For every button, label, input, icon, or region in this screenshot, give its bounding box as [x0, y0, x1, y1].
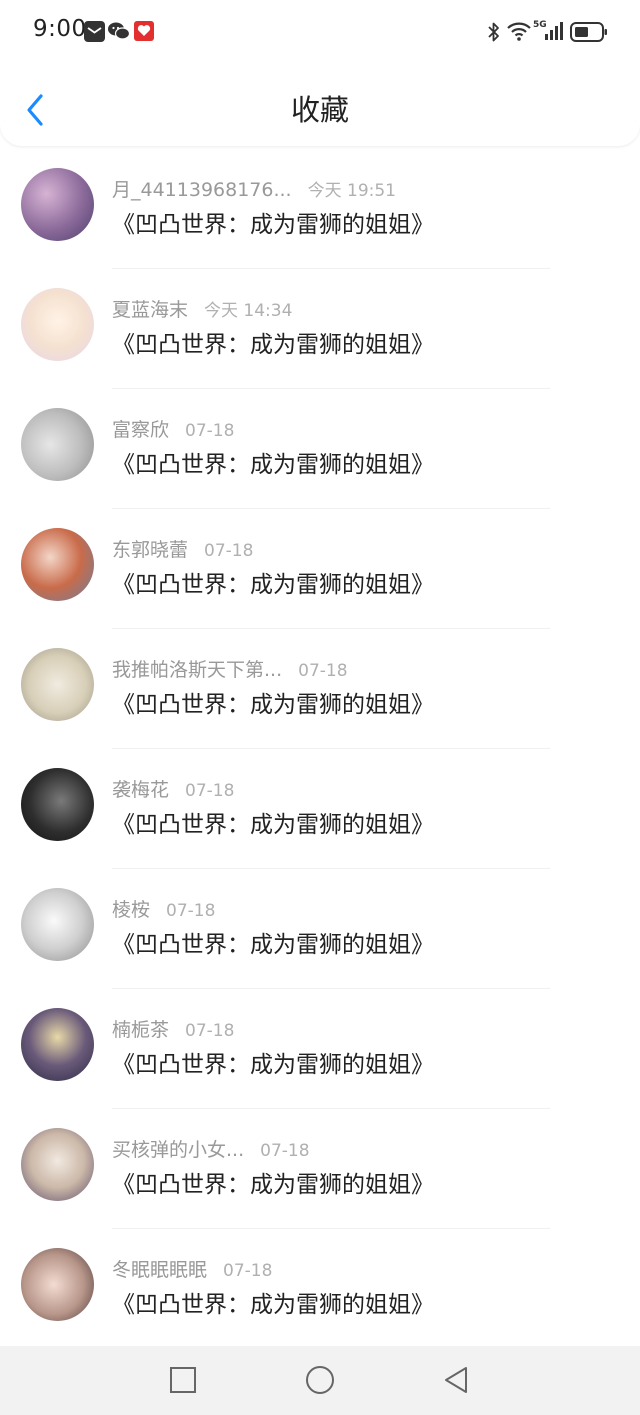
username[interactable]: 东郭晓蕾: [112, 539, 188, 561]
work-title[interactable]: 《凹凸世界：成为雷狮的姐姐》: [112, 325, 434, 359]
favorite-row[interactable]: 夏蓝海末 今天 14:34 《凹凸世界：成为雷狮的姐姐》: [0, 269, 640, 389]
favorites-list: 月_44113968176... 今天 19:51 《凹凸世界：成为雷狮的姐姐》 …: [0, 149, 640, 1349]
avatar[interactable]: [21, 288, 94, 361]
avatar[interactable]: [21, 648, 94, 721]
favorite-row[interactable]: 楠栀茶 07-18 《凹凸世界：成为雷狮的姐姐》: [0, 989, 640, 1109]
timestamp: 07-18: [260, 1141, 310, 1161]
favorite-row[interactable]: 冬眠眠眠眠 07-18 《凹凸世界：成为雷狮的姐姐》: [0, 1229, 640, 1349]
timestamp: 07-18: [185, 781, 235, 801]
work-title[interactable]: 《凹凸世界：成为雷狮的姐姐》: [112, 1045, 434, 1079]
timestamp: 07-18: [166, 901, 216, 921]
favorite-row[interactable]: 我推帕洛斯天下第... 07-18 《凹凸世界：成为雷狮的姐姐》: [0, 629, 640, 749]
status-bar: 9:00 5G: [0, 0, 640, 64]
work-title[interactable]: 《凹凸世界：成为雷狮的姐姐》: [112, 685, 434, 719]
username[interactable]: 月_44113968176...: [112, 179, 292, 201]
work-title[interactable]: 《凹凸世界：成为雷狮的姐姐》: [112, 205, 434, 239]
work-title[interactable]: 《凹凸世界：成为雷狮的姐姐》: [112, 1285, 434, 1319]
timestamp: 今天 19:51: [307, 181, 396, 201]
avatar[interactable]: [21, 1248, 94, 1321]
work-title[interactable]: 《凹凸世界：成为雷狮的姐姐》: [112, 805, 434, 839]
work-title[interactable]: 《凹凸世界：成为雷狮的姐姐》: [112, 565, 434, 599]
timestamp: 07-18: [185, 421, 235, 441]
avatar[interactable]: [21, 1128, 94, 1201]
system-nav-bar: [0, 1346, 640, 1415]
username[interactable]: 棱桉: [112, 899, 150, 921]
timestamp: 07-18: [223, 1261, 273, 1281]
avatar[interactable]: [21, 408, 94, 481]
username[interactable]: 楠栀茶: [112, 1019, 169, 1041]
username[interactable]: 夏蓝海末: [112, 299, 188, 321]
avatar[interactable]: [21, 888, 94, 961]
work-title[interactable]: 《凹凸世界：成为雷狮的姐姐》: [112, 1165, 434, 1199]
status-time: 9:00: [33, 16, 87, 42]
favorite-row[interactable]: 东郭晓蕾 07-18 《凹凸世界：成为雷狮的姐姐》: [0, 509, 640, 629]
favorite-row[interactable]: 月_44113968176... 今天 19:51 《凹凸世界：成为雷狮的姐姐》: [0, 149, 640, 269]
timestamp: 07-18: [185, 1021, 235, 1041]
network-label: 5G: [533, 20, 547, 30]
recent-apps-square-icon[interactable]: [166, 1363, 200, 1397]
username[interactable]: 冬眠眠眠眠: [112, 1259, 207, 1281]
timestamp: 07-18: [204, 541, 254, 561]
favorite-row[interactable]: 袭梅花 07-18 《凹凸世界：成为雷狮的姐姐》: [0, 749, 640, 869]
wifi-icon: [507, 22, 531, 41]
favorite-row[interactable]: 买核弹的小女... 07-18 《凹凸世界：成为雷狮的姐姐》: [0, 1109, 640, 1229]
username[interactable]: 袭梅花: [112, 779, 169, 801]
mail-icon: [84, 21, 105, 42]
page-title: 收藏: [290, 93, 349, 127]
favorite-row[interactable]: 富察欣 07-18 《凹凸世界：成为雷狮的姐姐》: [0, 389, 640, 509]
wechat-icon: [108, 22, 130, 40]
app-notification-icon: [134, 21, 154, 41]
back-triangle-icon[interactable]: [440, 1363, 474, 1397]
avatar[interactable]: [21, 528, 94, 601]
avatar[interactable]: [21, 168, 94, 241]
battery-icon: [570, 22, 607, 42]
app-header: 9:00 5G 收藏: [0, 0, 640, 146]
username[interactable]: 我推帕洛斯天下第...: [112, 659, 282, 681]
avatar[interactable]: [21, 768, 94, 841]
work-title[interactable]: 《凹凸世界：成为雷狮的姐姐》: [112, 925, 434, 959]
username[interactable]: 富察欣: [112, 419, 169, 441]
avatar[interactable]: [21, 1008, 94, 1081]
timestamp: 07-18: [298, 661, 348, 681]
work-title[interactable]: 《凹凸世界：成为雷狮的姐姐》: [112, 445, 434, 479]
favorite-row[interactable]: 棱桉 07-18 《凹凸世界：成为雷狮的姐姐》: [0, 869, 640, 989]
bluetooth-icon: [488, 22, 499, 42]
5g-signal-icon: 5G: [533, 20, 563, 40]
username[interactable]: 买核弹的小女...: [112, 1139, 244, 1161]
home-circle-icon[interactable]: [303, 1363, 337, 1397]
timestamp: 今天 14:34: [204, 301, 293, 321]
